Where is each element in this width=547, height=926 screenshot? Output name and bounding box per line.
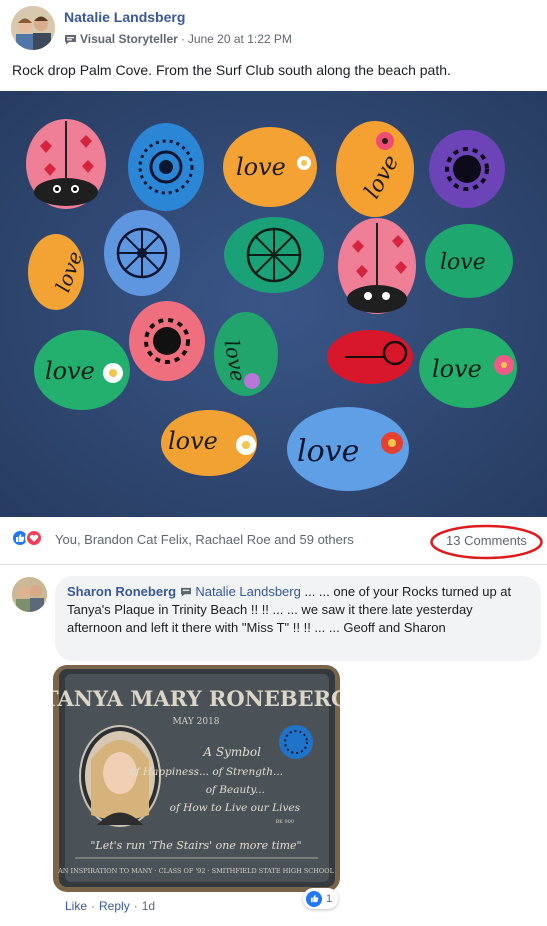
comment-bubble: Sharon Roneberg Natalie Landsberg ... ..… xyxy=(55,576,541,661)
comment-reaction-count[interactable]: 1 xyxy=(303,888,339,909)
rock-word: love xyxy=(168,427,218,455)
plaque-initials: BK 900 xyxy=(275,819,294,825)
mention-link[interactable]: Natalie Landsberg xyxy=(195,584,301,599)
avatar-photo xyxy=(11,6,55,50)
reaction-count: 1 xyxy=(326,892,333,905)
rock-word: love xyxy=(432,355,482,383)
rock-love-green-4: love xyxy=(419,328,517,408)
plaque-date: MAY 2018 xyxy=(172,717,219,727)
separator: · xyxy=(91,899,96,913)
rock-love-orange-4: love xyxy=(161,410,257,476)
plaque-quote: "Let's run 'The Stairs' one more time" xyxy=(90,839,301,852)
post-photo[interactable]: love love love love love love love love … xyxy=(0,91,547,517)
plaque-line: A Symbol xyxy=(202,745,261,759)
plaque-line: of Beauty... xyxy=(206,784,265,796)
rock-ladybug-pink-2 xyxy=(338,218,416,314)
comment-like-button[interactable]: Like xyxy=(65,899,87,913)
rock-flower-pink xyxy=(129,301,205,381)
rock-wheel-lightblue xyxy=(104,210,180,296)
author-name[interactable]: Natalie Landsberg xyxy=(64,9,185,25)
commenter-avatar[interactable] xyxy=(12,577,47,612)
plaque-footer: AN INSPIRATION TO MANY · CLASS OF '92 · … xyxy=(57,867,335,875)
rock-love-orange-2: love xyxy=(336,121,414,217)
like-icon xyxy=(306,890,322,907)
comment-photo[interactable]: TANYA MARY RONEBERG MAY 2018 A Symbol of… xyxy=(53,665,340,892)
rock-word: love xyxy=(236,153,286,181)
post-meta: Visual Storyteller · June 20 at 1:22 PM xyxy=(64,32,292,46)
avatar-photo xyxy=(12,577,47,612)
comment-reply-button[interactable]: Reply xyxy=(99,899,130,913)
rock-flower-purple xyxy=(429,130,505,208)
commenter-name[interactable]: Sharon Roneberg xyxy=(67,584,176,599)
svg-text:love: love xyxy=(297,434,359,469)
post-header: Natalie Landsberg Visual Storyteller · J… xyxy=(0,0,547,78)
comments-count-link[interactable]: 13 Comments xyxy=(446,533,527,548)
rock-wheel-green xyxy=(224,217,324,293)
comment-timestamp[interactable]: 1d xyxy=(142,899,155,913)
plaque-line: of Happiness... of Strength... xyxy=(129,766,283,778)
rock-love-green-3: love xyxy=(214,312,278,396)
rock-love-green-2: love xyxy=(34,330,130,410)
rock-love-green-1: love xyxy=(425,224,513,298)
rock-word: love xyxy=(45,357,95,385)
reaction-icons[interactable] xyxy=(11,529,43,547)
plaque-line: of How to Live our Lives xyxy=(170,802,301,814)
reactions-bar: You, Brandon Cat Felix, Rachael Roe and … xyxy=(0,517,547,565)
chat-badge-icon xyxy=(65,34,76,44)
comment-actions: Like · Reply · 1d xyxy=(65,899,155,913)
reactions-summary[interactable]: You, Brandon Cat Felix, Rachael Roe and … xyxy=(55,532,354,547)
author-badge: Visual Storyteller xyxy=(80,32,178,46)
rock-word: love xyxy=(440,250,486,275)
separator: · xyxy=(133,899,138,913)
rock-ladybug-pink-1 xyxy=(26,119,106,209)
meta-separator: · xyxy=(180,32,185,46)
post-timestamp[interactable]: June 20 at 1:22 PM xyxy=(188,32,292,46)
rock-love-orange-1: love xyxy=(223,127,317,207)
rock-mandala-blue-1 xyxy=(128,123,204,211)
rock-flower-red xyxy=(327,330,413,384)
memorial-plaque-image: TANYA MARY RONEBERG MAY 2018 A Symbol of… xyxy=(53,665,340,892)
post-text: Rock drop Palm Cove. From the Surf Club … xyxy=(12,62,451,78)
plaque-title: TANYA MARY RONEBERG xyxy=(53,686,340,711)
rock-love-lightblue: love xyxy=(287,407,409,491)
author-avatar[interactable] xyxy=(11,6,55,50)
love-icon xyxy=(25,529,43,547)
chat-badge-icon xyxy=(180,587,191,597)
painted-rocks-image: love love love love love love love love … xyxy=(0,91,547,517)
